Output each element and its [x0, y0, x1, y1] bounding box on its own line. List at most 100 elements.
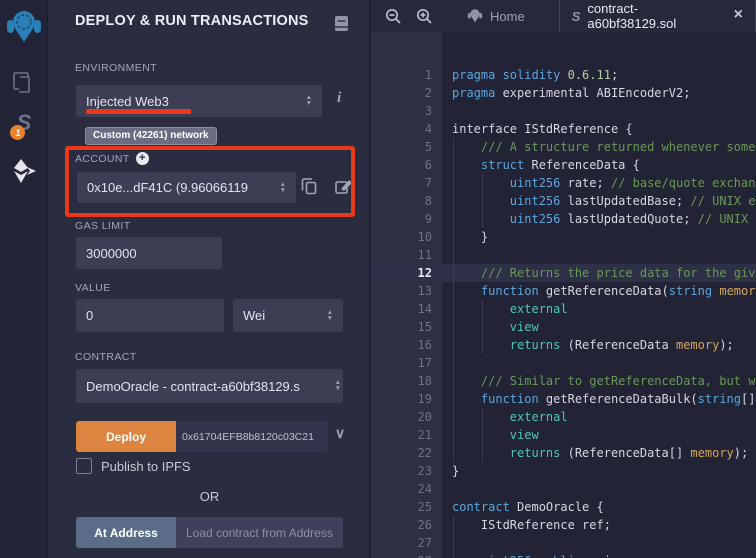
contract-label: CONTRACT	[75, 351, 137, 363]
info-icon[interactable]: i	[337, 90, 341, 107]
select-arrows-icon: ▲▼	[335, 380, 341, 392]
indent-guide	[453, 390, 454, 408]
contract-select[interactable]: DemoOracle - contract-a60bf38129.s ▲▼	[76, 369, 343, 403]
deploy-run-icon[interactable]	[0, 158, 48, 184]
line-number[interactable]: 12	[371, 264, 442, 282]
code-text: /// Returns the price data for the given…	[442, 264, 756, 282]
line-number[interactable]: 26	[371, 516, 442, 534]
line-number[interactable]: 14	[371, 300, 442, 318]
line-number[interactable]: 18	[371, 372, 442, 390]
gas-limit-input[interactable]	[76, 237, 222, 269]
code-line[interactable]: 7 uint256 rate; // base/quote exchange r…	[371, 174, 756, 192]
tab-file-label: contract-a60bf38129.sol	[587, 1, 724, 31]
panel-title: DEPLOY & RUN TRANSACTIONS	[75, 13, 309, 29]
publish-ipfs-checkbox[interactable]	[76, 458, 92, 474]
line-number[interactable]: 28	[371, 552, 442, 558]
code-line[interactable]: 14 external	[371, 300, 756, 318]
line-number[interactable]: 1	[371, 66, 442, 84]
code-line[interactable]: 19 function getReferenceDataBulk(string[…	[371, 390, 756, 408]
deploy-expand-chevron-icon[interactable]: ∨	[335, 425, 345, 442]
zoom-out-icon[interactable]	[385, 8, 402, 25]
deploy-argument-input[interactable]	[176, 421, 328, 452]
code-line[interactable]: 9 uint256 lastUpdatedQuote; // UNIX epoc…	[371, 210, 756, 228]
code-line[interactable]: 20 external	[371, 408, 756, 426]
at-address-button[interactable]: At Address	[76, 517, 176, 548]
line-number[interactable]: 5	[371, 138, 442, 156]
account-value: 0x10e...dF41C (9.96066119	[87, 180, 248, 195]
file-explorer-icon[interactable]	[0, 70, 48, 96]
remix-logo-icon[interactable]	[0, 8, 48, 46]
code-line[interactable]: 6 struct ReferenceData {	[371, 156, 756, 174]
line-number[interactable]: 22	[371, 444, 442, 462]
code-line[interactable]: 21 view	[371, 426, 756, 444]
code-line[interactable]: 25contract DemoOracle {	[371, 498, 756, 516]
line-number[interactable]: 11	[371, 246, 442, 264]
code-line[interactable]: 1pragma solidity 0.6.11;	[371, 66, 756, 84]
value-input[interactable]	[76, 299, 224, 332]
line-number[interactable]: 4	[371, 120, 442, 138]
tab-close-icon[interactable]: ×	[732, 8, 743, 24]
line-number[interactable]: 13	[371, 282, 442, 300]
code-line[interactable]: 16 returns (ReferenceData memory);	[371, 336, 756, 354]
line-number[interactable]: 20	[371, 408, 442, 426]
code-line[interactable]: 28 uint256 public price;	[371, 552, 756, 558]
account-select[interactable]: 0x10e...dF41C (9.96066119 ▲▼	[77, 172, 296, 203]
code-line[interactable]: 22 returns (ReferenceData[] memory);	[371, 444, 756, 462]
edit-account-icon[interactable]	[335, 178, 353, 195]
code-line[interactable]: 18 /// Similar to getReferenceData, but …	[371, 372, 756, 390]
line-number[interactable]: 23	[371, 462, 442, 480]
code-line[interactable]: 26 IStdReference ref;	[371, 516, 756, 534]
line-number[interactable]: 2	[371, 84, 442, 102]
code-line[interactable]: 3	[371, 102, 756, 120]
code-text: uint256 lastUpdatedBase; // UNIX epoch o…	[442, 192, 756, 210]
line-number[interactable]: 24	[371, 480, 442, 498]
zoom-in-icon[interactable]	[416, 8, 433, 25]
add-account-icon[interactable]: +	[136, 152, 149, 165]
code-line[interactable]: 24	[371, 480, 756, 498]
code-line[interactable]: 8 uint256 lastUpdatedBase; // UNIX epoch…	[371, 192, 756, 210]
value-unit-select[interactable]: Wei ▲▼	[233, 299, 343, 332]
tab-contract-file[interactable]: S contract-a60bf38129.sol ×	[559, 0, 756, 32]
line-number[interactable]: 19	[371, 390, 442, 408]
code-text: /// Similar to getReferenceData, but wit…	[442, 372, 756, 390]
line-number[interactable]: 3	[371, 102, 442, 120]
line-number[interactable]: 8	[371, 192, 442, 210]
line-number[interactable]: 7	[371, 174, 442, 192]
indent-guide	[482, 192, 483, 210]
line-number[interactable]: 6	[371, 156, 442, 174]
value-label: VALUE	[75, 282, 111, 294]
code-line[interactable]: 12 /// Returns the price data for the gi…	[371, 264, 756, 282]
code-line[interactable]: 11	[371, 246, 756, 264]
line-number[interactable]: 25	[371, 498, 442, 516]
code-line[interactable]: 5 /// A structure returned whenever some…	[371, 138, 756, 156]
select-arrows-icon: ▲▼	[280, 182, 286, 194]
line-number[interactable]: 17	[371, 354, 442, 372]
line-number[interactable]: 10	[371, 228, 442, 246]
line-number[interactable]: 21	[371, 426, 442, 444]
code-area[interactable]: 1pragma solidity 0.6.11;2pragma experime…	[371, 32, 756, 558]
network-badge: Custom (42261) network	[85, 127, 217, 145]
value-unit: Wei	[243, 308, 265, 323]
code-line[interactable]: 17	[371, 354, 756, 372]
line-number[interactable]: 16	[371, 336, 442, 354]
code-line[interactable]: 13 function getReferenceData(string memo…	[371, 282, 756, 300]
solidity-compiler-icon[interactable]: S 1	[0, 110, 48, 136]
at-address-input[interactable]	[176, 517, 343, 548]
code-line[interactable]: 2pragma experimental ABIEncoderV2;	[371, 84, 756, 102]
indent-guide	[482, 426, 483, 444]
code-line[interactable]: 10 }	[371, 228, 756, 246]
code-line[interactable]: 23}	[371, 462, 756, 480]
code-editor: Home S contract-a60bf38129.sol × 1pragma…	[371, 0, 756, 558]
code-line[interactable]: 27	[371, 534, 756, 552]
environment-select[interactable]: Injected Web3 ▲▼	[76, 85, 322, 117]
docs-book-icon[interactable]	[334, 15, 349, 32]
copy-account-icon[interactable]	[301, 177, 318, 196]
line-number[interactable]: 27	[371, 534, 442, 552]
line-number[interactable]: 9	[371, 210, 442, 228]
tab-home[interactable]: Home	[455, 0, 537, 32]
code-line[interactable]: 4interface IStdReference {	[371, 120, 756, 138]
line-number[interactable]: 15	[371, 318, 442, 336]
code-line[interactable]: 15 view	[371, 318, 756, 336]
gas-limit-label: GAS LIMIT	[75, 220, 131, 232]
deploy-button[interactable]: Deploy	[76, 421, 176, 452]
